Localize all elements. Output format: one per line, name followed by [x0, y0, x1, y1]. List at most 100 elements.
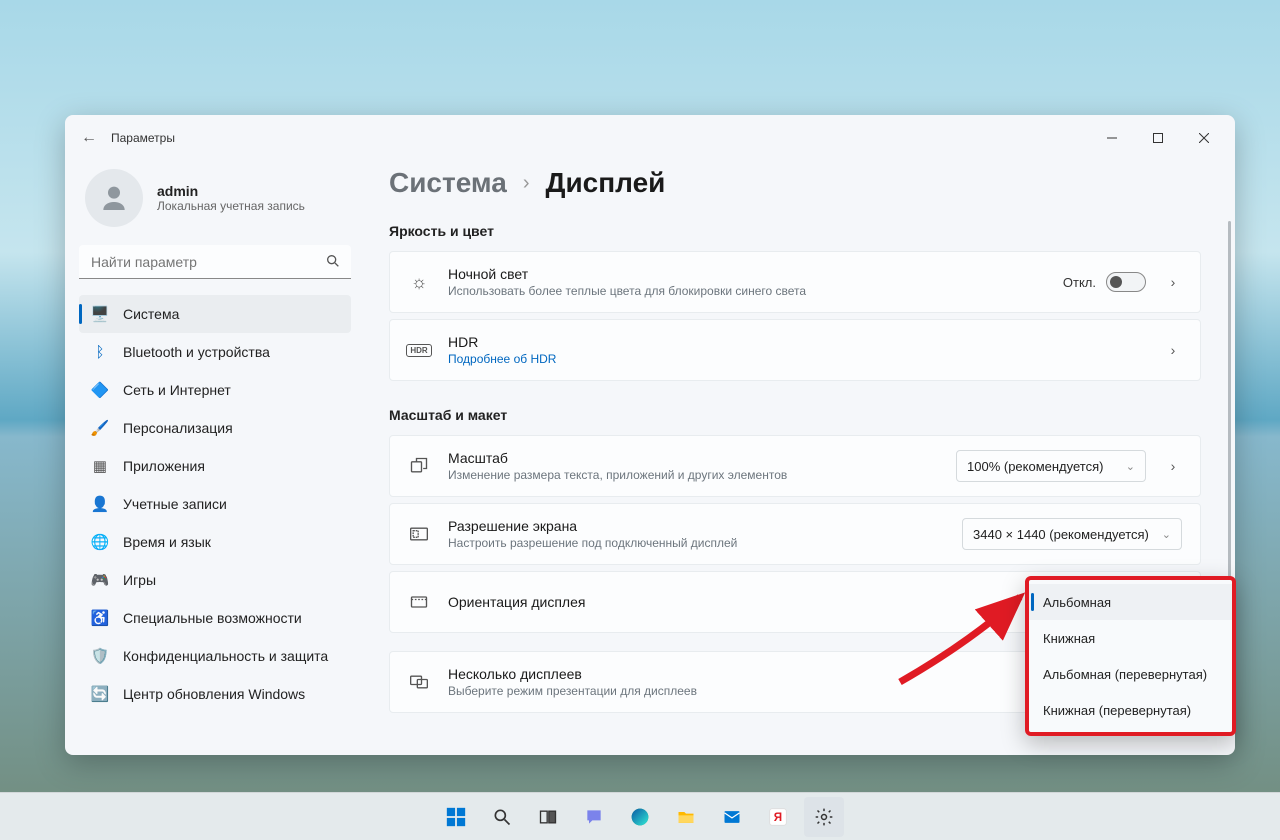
sun-icon: ☼	[408, 272, 430, 293]
scale-value: 100% (рекомендуется)	[967, 459, 1103, 474]
sidebar: admin Локальная учетная запись 🖥️ Система…	[65, 161, 365, 755]
nav-label: Приложения	[123, 458, 205, 474]
back-button[interactable]: ←	[73, 129, 105, 147]
titlebar: ← Параметры	[65, 115, 1235, 161]
nav-icon: 🔄	[91, 685, 109, 703]
nav-icon: 🛡️	[91, 647, 109, 665]
nav-item-7[interactable]: 🎮 Игры	[79, 561, 351, 599]
nav-icon: ♿	[91, 609, 109, 627]
window-title: Параметры	[111, 131, 175, 145]
nav-label: Центр обновления Windows	[123, 686, 305, 702]
chevron-right-icon[interactable]: ›	[1164, 458, 1182, 474]
svg-text:Я: Я	[774, 811, 782, 824]
search-taskbar[interactable]	[482, 797, 522, 837]
resolution-value: 3440 × 1440 (рекомендуется)	[973, 527, 1149, 542]
dropdown-option-0[interactable]: Альбомная	[1029, 584, 1232, 620]
nav-icon: 🖥️	[91, 305, 109, 323]
resolution-combo[interactable]: 3440 × 1440 (рекомендуется) ⌄	[962, 518, 1182, 550]
scale-icon	[408, 456, 430, 476]
breadcrumb-parent[interactable]: Система	[389, 167, 507, 199]
settings-taskbar[interactable]	[804, 797, 844, 837]
search-input[interactable]	[79, 245, 351, 279]
account-block[interactable]: admin Локальная учетная запись	[85, 169, 351, 227]
chat-icon[interactable]	[574, 797, 614, 837]
card-hdr[interactable]: HDR HDR Подробнее об HDR ›	[389, 319, 1201, 381]
edge-icon[interactable]	[620, 797, 660, 837]
nav-icon: ▦	[91, 457, 109, 475]
section-brightness: Яркость и цвет	[389, 223, 1201, 239]
nav-icon: ᛒ	[91, 343, 109, 361]
resolution-icon	[408, 524, 430, 544]
resolution-title: Разрешение экрана	[448, 518, 944, 534]
dropdown-option-3[interactable]: Книжная (перевернутая)	[1029, 692, 1232, 728]
yandex-icon[interactable]: Я	[758, 797, 798, 837]
night-light-toggle[interactable]	[1106, 272, 1146, 292]
explorer-icon[interactable]	[666, 797, 706, 837]
scale-sub: Изменение размера текста, приложений и д…	[448, 468, 938, 482]
minimize-button[interactable]	[1089, 122, 1135, 154]
nav-item-0[interactable]: 🖥️ Система	[79, 295, 351, 333]
search-icon	[325, 253, 341, 274]
nav-label: Специальные возможности	[123, 610, 302, 626]
scrollbar[interactable]	[1228, 221, 1231, 581]
maximize-button[interactable]	[1135, 122, 1181, 154]
scale-combo[interactable]: 100% (рекомендуется) ⌄	[956, 450, 1146, 482]
hdr-icon: HDR	[408, 344, 430, 357]
breadcrumb: Система › Дисплей	[389, 167, 1201, 199]
start-button[interactable]	[436, 797, 476, 837]
card-night-light[interactable]: ☼ Ночной свет Использовать более теплые …	[389, 251, 1201, 313]
nav-icon: 🎮	[91, 571, 109, 589]
chevron-down-icon: ⌄	[1126, 460, 1135, 473]
hdr-link[interactable]: Подробнее об HDR	[448, 352, 1146, 366]
breadcrumb-current: Дисплей	[546, 167, 666, 199]
nav-item-8[interactable]: ♿ Специальные возможности	[79, 599, 351, 637]
orientation-dropdown[interactable]: АльбомнаяКнижнаяАльбомная (перевернутая)…	[1025, 576, 1236, 736]
nav-item-1[interactable]: ᛒ Bluetooth и устройства	[79, 333, 351, 371]
section-scale: Масштаб и макет	[389, 407, 1201, 423]
hdr-title: HDR	[448, 334, 1146, 350]
night-light-title: Ночной свет	[448, 266, 1045, 282]
dropdown-option-1[interactable]: Книжная	[1029, 620, 1232, 656]
nav-label: Персонализация	[123, 420, 233, 436]
resolution-sub: Настроить разрешение под подключенный ди…	[448, 536, 944, 550]
card-resolution[interactable]: Разрешение экрана Настроить разрешение п…	[389, 503, 1201, 565]
close-button[interactable]	[1181, 122, 1227, 154]
nav-label: Bluetooth и устройства	[123, 344, 270, 360]
nav-label: Время и язык	[123, 534, 211, 550]
card-scale[interactable]: Масштаб Изменение размера текста, прилож…	[389, 435, 1201, 497]
nav-list: 🖥️ Система ᛒ Bluetooth и устройства 🔷 Сеть и …	[79, 295, 351, 713]
nav-label: Система	[123, 306, 179, 322]
nav-item-9[interactable]: 🛡️ Конфиденциальность и защита	[79, 637, 351, 675]
account-name: admin	[157, 183, 305, 199]
nav-label: Учетные записи	[123, 496, 227, 512]
nav-label: Сеть и Интернет	[123, 382, 231, 398]
nav-item-4[interactable]: ▦ Приложения	[79, 447, 351, 485]
night-light-sub: Использовать более теплые цвета для блок…	[448, 284, 1045, 298]
chevron-right-icon[interactable]: ›	[1164, 274, 1182, 290]
nav-item-5[interactable]: 👤 Учетные записи	[79, 485, 351, 523]
chevron-down-icon: ⌄	[1162, 528, 1171, 541]
toggle-label: Откл.	[1063, 275, 1096, 290]
avatar	[85, 169, 143, 227]
nav-icon: 🔷	[91, 381, 109, 399]
dropdown-option-2[interactable]: Альбомная (перевернутая)	[1029, 656, 1232, 692]
orientation-icon	[408, 592, 430, 612]
account-sub: Локальная учетная запись	[157, 199, 305, 213]
search-box[interactable]	[79, 245, 351, 279]
chevron-right-icon[interactable]: ›	[1164, 342, 1182, 358]
multi-display-icon	[408, 672, 430, 692]
scale-title: Масштаб	[448, 450, 938, 466]
chevron-right-icon: ›	[523, 172, 530, 195]
task-view[interactable]	[528, 797, 568, 837]
nav-icon: 🖌️	[91, 419, 109, 437]
nav-icon: 🌐	[91, 533, 109, 551]
mail-icon[interactable]	[712, 797, 752, 837]
nav-label: Конфиденциальность и защита	[123, 648, 328, 664]
nav-item-2[interactable]: 🔷 Сеть и Интернет	[79, 371, 351, 409]
nav-item-3[interactable]: 🖌️ Персонализация	[79, 409, 351, 447]
nav-icon: 👤	[91, 495, 109, 513]
nav-item-6[interactable]: 🌐 Время и язык	[79, 523, 351, 561]
nav-label: Игры	[123, 572, 156, 588]
taskbar: Я	[0, 792, 1280, 840]
nav-item-10[interactable]: 🔄 Центр обновления Windows	[79, 675, 351, 713]
